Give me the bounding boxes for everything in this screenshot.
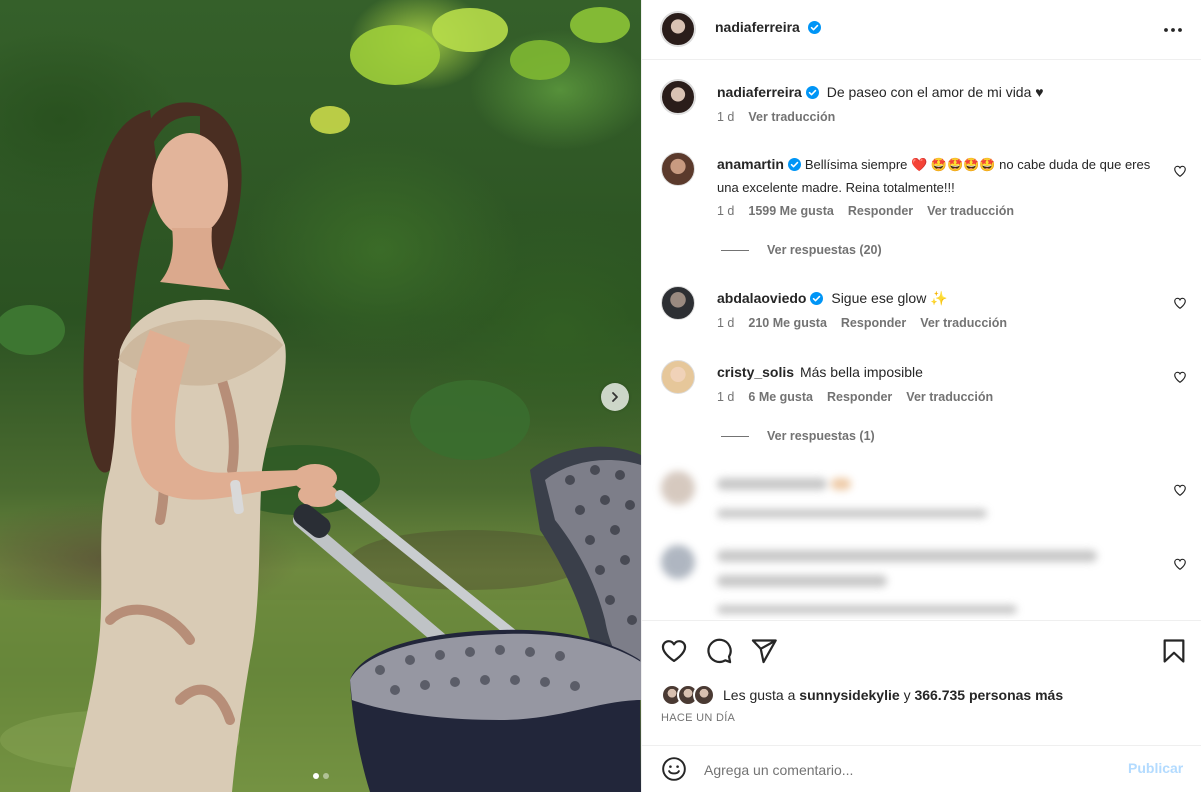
see-translation-link[interactable]: Ver traducción (927, 204, 1014, 218)
like-comment-heart-icon[interactable] (1173, 296, 1187, 310)
reply-link[interactable]: Responder (827, 390, 892, 404)
verified-badge-icon (787, 158, 801, 171)
liker-avatars[interactable] (661, 684, 715, 706)
comment-bubble-icon[interactable] (705, 637, 733, 665)
comment-username[interactable]: anamartin (717, 156, 784, 172)
share-paper-plane-icon[interactable] (750, 637, 778, 665)
save-bookmark-icon[interactable] (1160, 637, 1188, 665)
comment-text: Más bella imposible (799, 364, 923, 380)
caption-body: nadiaferreira De paseo con el amor de mi… (717, 81, 1157, 103)
author-name-row: nadiaferreira (715, 19, 822, 37)
like-heart-icon[interactable] (660, 637, 688, 665)
comment-body: anamartin Bellísima siempre ❤️ 🤩🤩🤩🤩 no c… (717, 153, 1157, 199)
comment-time[interactable]: 1 d (717, 316, 734, 330)
post-photo[interactable] (0, 0, 641, 792)
comment-username[interactable]: abdalaoviedo (717, 290, 806, 306)
see-translation-link[interactable]: Ver traducción (906, 390, 993, 404)
comment-input[interactable] (702, 754, 1106, 786)
comment-username[interactable]: cristy_solis (717, 364, 794, 380)
emoji-smiley-icon[interactable] (661, 756, 687, 782)
view-replies-button[interactable]: Ver respuestas (20) (721, 243, 882, 257)
commenter-avatar[interactable] (661, 152, 695, 186)
comment-likes[interactable]: 6 Me gusta (748, 390, 813, 404)
commenter-avatar[interactable] (661, 360, 695, 394)
liker-avatar (693, 684, 715, 706)
comment-likes[interactable]: 1599 Me gusta (748, 204, 833, 218)
carousel-next-button[interactable] (601, 383, 629, 411)
like-comment-heart-icon[interactable] (1173, 164, 1187, 178)
blurred-text (717, 477, 852, 495)
photo-scene (0, 7, 641, 792)
author-username[interactable]: nadiaferreira (715, 19, 800, 35)
commenter-avatar (661, 545, 695, 579)
verified-badge-icon (810, 292, 824, 305)
post-timestamp[interactable]: HACE UN DÍA (661, 712, 735, 724)
author-avatar[interactable] (661, 80, 695, 114)
carousel-dot (322, 773, 329, 779)
comment-text: Sigue ese glow ✨ (831, 290, 948, 306)
comment-meta: 1 d 1599 Me gusta Responder Ver traducci… (717, 204, 1014, 218)
comment-time[interactable]: 1 d (717, 204, 734, 218)
caption-time[interactable]: 1 d (717, 110, 734, 124)
likes-summary: Les gusta a sunnysidekylie y 366.735 per… (661, 684, 1063, 706)
replies-divider (721, 435, 749, 437)
view-replies-label: Ver respuestas (20) (767, 243, 882, 257)
verified-badge-icon (808, 21, 822, 34)
commenter-avatar (661, 471, 695, 505)
replies-divider (721, 249, 749, 251)
view-replies-label: Ver respuestas (1) (767, 429, 875, 443)
chevron-right-icon (612, 392, 618, 402)
comment-meta: 1 d 6 Me gusta Responder Ver traducción (717, 390, 993, 404)
see-translation-link[interactable]: Ver traducción (920, 316, 1007, 330)
commenter-avatar[interactable] (661, 286, 695, 320)
likes-connector: y (903, 687, 911, 703)
post-side-panel: nadiaferreira nadiaferreira De paseo con… (641, 0, 1201, 792)
post-actions-bar (642, 620, 1201, 680)
comment-meta: 1 d 210 Me gusta Responder Ver traducció… (717, 316, 1007, 330)
instagram-post: nadiaferreira nadiaferreira De paseo con… (0, 0, 1201, 792)
likes-others-count[interactable]: 366.735 personas más (914, 687, 1063, 703)
likes-username[interactable]: sunnysidekylie (799, 687, 899, 703)
like-comment-heart-icon[interactable] (1173, 370, 1187, 384)
reply-link[interactable]: Responder (848, 204, 913, 218)
blurred-text (717, 549, 1097, 592)
comment-time[interactable]: 1 d (717, 390, 734, 404)
see-translation-link[interactable]: Ver traducción (748, 110, 835, 124)
author-avatar[interactable] (661, 12, 695, 46)
reply-link[interactable]: Responder (841, 316, 906, 330)
likes-prefix: Les gusta a (723, 687, 796, 703)
carousel-dot-active (312, 773, 319, 779)
comment-body: cristy_solis Más bella imposible (717, 361, 1157, 383)
like-comment-heart-icon[interactable] (1173, 483, 1187, 497)
comment-likes[interactable]: 210 Me gusta (748, 316, 827, 330)
blurred-meta (717, 601, 1017, 619)
view-replies-button[interactable]: Ver respuestas (1) (721, 429, 875, 443)
caption-meta: 1 d Ver traducción (717, 110, 835, 124)
carousel-indicator (0, 773, 641, 779)
blurred-meta (717, 505, 987, 523)
like-comment-heart-icon[interactable] (1173, 557, 1187, 571)
comment-composer: Publicar (642, 745, 1201, 792)
verified-badge-icon (805, 86, 819, 99)
publish-button[interactable]: Publicar (1128, 760, 1183, 776)
more-options-icon[interactable] (1162, 19, 1184, 41)
comment-body: abdalaoviedo Sigue ese glow ✨ (717, 287, 1157, 309)
post-header: nadiaferreira (642, 0, 1201, 60)
caption-text: De paseo con el amor de mi vida ♥ (826, 84, 1044, 100)
caption-username[interactable]: nadiaferreira (717, 84, 802, 100)
comments-list[interactable]: nadiaferreira De paseo con el amor de mi… (642, 61, 1201, 619)
